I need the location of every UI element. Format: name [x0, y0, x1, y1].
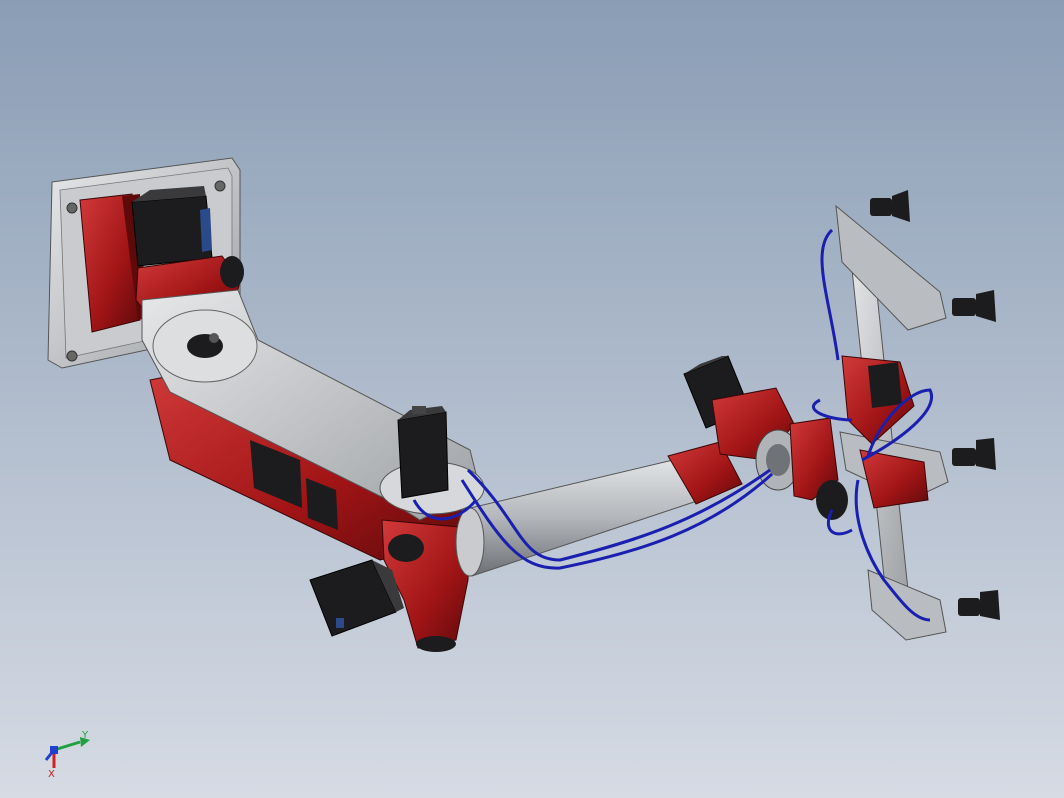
- bolt-icon: [66, 350, 78, 362]
- bolt-icon: [214, 180, 226, 192]
- axis-x-label: X: [48, 769, 55, 780]
- axis-y-label: Y: [81, 730, 89, 741]
- bolt-icon: [66, 202, 78, 214]
- cad-viewport[interactable]: Y X: [0, 0, 1064, 798]
- elbow-stepper-motor: [397, 406, 449, 499]
- cad-scene: Y X: [0, 0, 1064, 798]
- axis-origin-icon: [50, 746, 58, 754]
- base-stepper-motor: [131, 186, 213, 267]
